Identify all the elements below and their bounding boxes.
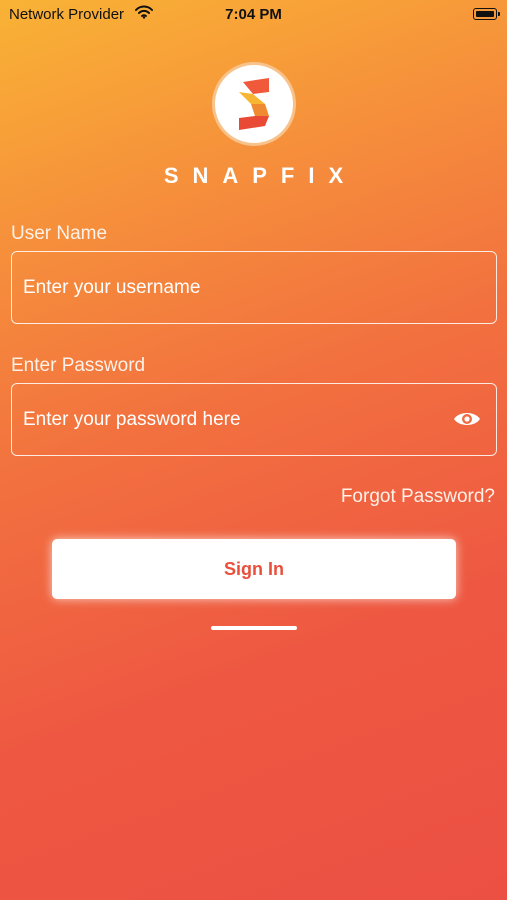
app-logo (212, 62, 296, 146)
status-bar: Network Provider 7:04 PM (0, 0, 507, 30)
username-field[interactable] (11, 251, 497, 324)
sign-in-button[interactable]: Sign In (52, 539, 456, 599)
username-input[interactable] (23, 252, 443, 323)
snapfix-s-logo-icon (239, 78, 269, 130)
divider-bar (211, 626, 297, 630)
sign-in-label: Sign In (224, 558, 284, 579)
status-time: 7:04 PM (225, 6, 282, 23)
password-label: Enter Password (11, 355, 146, 376)
username-label: User Name (11, 223, 108, 244)
forgot-password-link[interactable]: Forgot Password? (341, 486, 495, 508)
password-input[interactable] (23, 384, 443, 455)
password-field[interactable] (11, 383, 497, 456)
battery-icon (473, 8, 500, 20)
brand-name: SNAPFIX (163, 163, 358, 188)
eye-icon[interactable] (452, 406, 482, 432)
